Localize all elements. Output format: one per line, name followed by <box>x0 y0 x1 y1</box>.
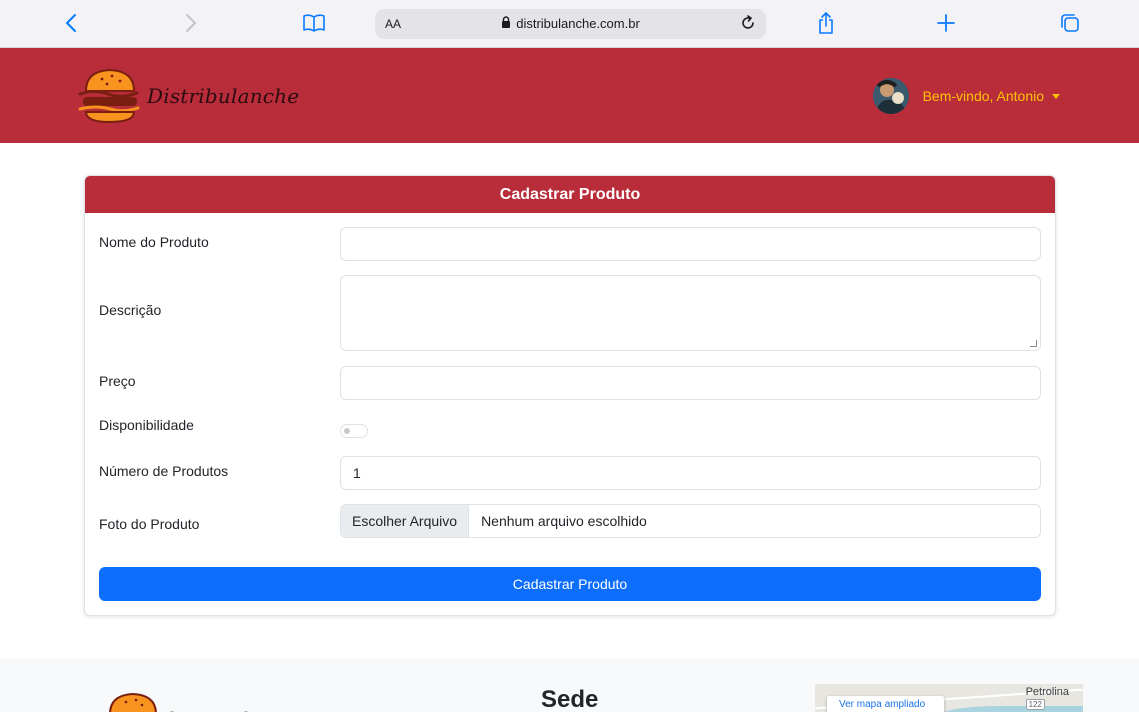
footer-burger-logo-icon <box>106 692 160 712</box>
avatar <box>872 78 909 114</box>
choose-file-button[interactable]: Escolher Arquivo <box>341 505 470 537</box>
welcome-text: Bem-vindo, Antonio <box>922 88 1044 104</box>
reload-icon[interactable] <box>736 11 760 35</box>
price-row: Preço <box>99 365 1041 401</box>
url-text: distribulanche.com.br <box>516 16 640 31</box>
card-title: Cadastrar Produto <box>85 176 1055 213</box>
photo-label: Foto do Produto <box>99 516 200 532</box>
description-textarea[interactable] <box>340 275 1041 351</box>
map-water <box>935 706 1083 712</box>
photo-row: Foto do Produto Escolher Arquivo Nenhum … <box>99 504 1041 540</box>
share-icon[interactable] <box>811 8 841 38</box>
bookmarks-icon[interactable] <box>299 8 329 38</box>
back-chevron-icon[interactable] <box>56 8 86 38</box>
caret-down-icon <box>1052 93 1060 99</box>
map-route-shield: 122 <box>1025 699 1045 710</box>
product-name-input[interactable] <box>340 227 1041 261</box>
location-map[interactable]: Petrolina 122 Ver mapa ampliado <box>815 684 1083 712</box>
map-city-label: Petrolina <box>1025 686 1069 698</box>
availability-row: Disponibilidade <box>99 412 1041 442</box>
toggle-knob <box>344 428 350 434</box>
brand-name[interactable]: Distribulanche <box>147 84 299 108</box>
product-form-card: Cadastrar Produto Nome do Produto Descri… <box>84 175 1056 616</box>
description-label: Descrição <box>99 302 162 318</box>
footer-brand-text <box>166 704 276 712</box>
forward-chevron-icon[interactable] <box>176 8 206 38</box>
site-footer: Sede Petrolina 122 Ver mapa ampliado <box>0 658 1139 712</box>
file-status: Nenhum arquivo escolhido <box>481 513 647 529</box>
quantity-row: Número de Produtos 1 <box>99 456 1041 492</box>
user-menu[interactable]: Bem-vindo, Antonio <box>872 78 1060 114</box>
name-label: Nome do Produto <box>99 234 209 250</box>
new-tab-plus-icon[interactable] <box>931 8 961 38</box>
lock-icon <box>501 16 511 31</box>
quantity-label: Número de Produtos <box>99 463 229 479</box>
availability-toggle[interactable] <box>340 424 368 438</box>
photo-file-input[interactable]: Escolher Arquivo Nenhum arquivo escolhid… <box>340 504 1041 538</box>
quantity-input[interactable]: 1 <box>340 456 1041 490</box>
price-label: Preço <box>99 373 136 389</box>
submit-button[interactable]: Cadastrar Produto <box>99 567 1041 601</box>
resize-handle-icon[interactable] <box>1030 340 1037 347</box>
site-header: Distribulanche Bem-vindo, Antonio <box>0 48 1139 143</box>
address-bar[interactable]: AA distribulanche.com.br <box>375 9 766 39</box>
tabs-overview-icon[interactable] <box>1055 8 1085 38</box>
burger-logo-icon[interactable] <box>74 65 142 127</box>
view-larger-map-link[interactable]: Ver mapa ampliado <box>827 696 944 712</box>
price-input[interactable] <box>340 366 1041 400</box>
sede-title: Sede <box>541 686 599 712</box>
availability-label: Disponibilidade <box>99 417 194 433</box>
browser-toolbar: AA distribulanche.com.br <box>0 0 1139 48</box>
description-row: Descrição <box>99 275 1041 353</box>
name-row: Nome do Produto <box>99 226 1041 262</box>
